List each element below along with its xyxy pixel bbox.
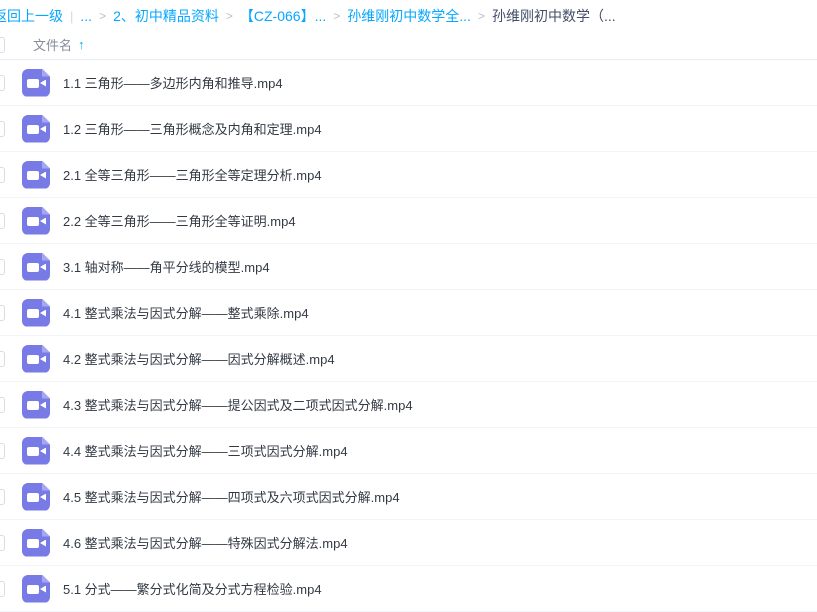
file-row[interactable]: 4.5 整式乘法与因式分解——四项式及六项式因式分解.mp4 bbox=[0, 474, 817, 520]
file-row[interactable]: 1.1 三角形——多边形内角和推导.mp4 bbox=[0, 60, 817, 106]
file-row[interactable]: 4.3 整式乘法与因式分解——提公因式及二项式因式分解.mp4 bbox=[0, 382, 817, 428]
video-file-icon bbox=[22, 161, 50, 189]
breadcrumb-collapsed[interactable]: ... bbox=[80, 8, 92, 24]
back-link[interactable]: 返回上一级 bbox=[0, 6, 63, 26]
video-file-icon bbox=[22, 253, 50, 281]
video-file-icon bbox=[22, 529, 50, 557]
breadcrumb-separator: > bbox=[226, 9, 233, 23]
video-file-icon bbox=[22, 69, 50, 97]
breadcrumb: 返回上一级 | ... > 2、初中精品资料 > 【CZ-066】... > 孙… bbox=[0, 0, 817, 30]
breadcrumb-item-1[interactable]: 2、初中精品资料 bbox=[113, 6, 219, 26]
file-row[interactable]: 4.6 整式乘法与因式分解——特殊因式分解法.mp4 bbox=[0, 520, 817, 566]
file-row[interactable]: 4.1 整式乘法与因式分解——整式乘除.mp4 bbox=[0, 290, 817, 336]
file-row[interactable]: 4.2 整式乘法与因式分解——因式分解概述.mp4 bbox=[0, 336, 817, 382]
row-checkbox[interactable] bbox=[0, 259, 5, 275]
file-name-link[interactable]: 5.1 分式——繁分式化简及分式方程检验.mp4 bbox=[63, 579, 322, 598]
row-checkbox[interactable] bbox=[0, 351, 5, 367]
select-all-checkbox[interactable] bbox=[0, 37, 5, 53]
row-checkbox[interactable] bbox=[0, 305, 5, 321]
video-file-icon bbox=[22, 575, 50, 603]
video-file-icon bbox=[22, 345, 50, 373]
breadcrumb-separator: > bbox=[333, 9, 340, 23]
file-name-link[interactable]: 4.2 整式乘法与因式分解——因式分解概述.mp4 bbox=[63, 349, 335, 368]
row-checkbox[interactable] bbox=[0, 75, 5, 91]
video-file-icon bbox=[22, 115, 50, 143]
video-file-icon bbox=[22, 483, 50, 511]
row-checkbox[interactable] bbox=[0, 581, 5, 597]
row-checkbox[interactable] bbox=[0, 121, 5, 137]
file-name-link[interactable]: 2.1 全等三角形——三角形全等定理分析.mp4 bbox=[63, 165, 322, 184]
breadcrumb-item-3[interactable]: 孙维刚初中数学全... bbox=[347, 6, 471, 26]
file-list-header: 文件名 ↑ bbox=[0, 30, 817, 60]
file-row[interactable]: 4.4 整式乘法与因式分解——三项式因式分解.mp4 bbox=[0, 428, 817, 474]
file-row[interactable]: 5.1 分式——繁分式化简及分式方程检验.mp4 bbox=[0, 566, 817, 612]
file-name-link[interactable]: 4.6 整式乘法与因式分解——特殊因式分解法.mp4 bbox=[63, 533, 348, 552]
file-name-link[interactable]: 3.1 轴对称——角平分线的模型.mp4 bbox=[63, 257, 270, 276]
file-name-link[interactable]: 4.1 整式乘法与因式分解——整式乘除.mp4 bbox=[63, 303, 309, 322]
breadcrumb-pipe: | bbox=[70, 9, 73, 24]
row-checkbox[interactable] bbox=[0, 489, 5, 505]
sort-ascending-icon[interactable]: ↑ bbox=[78, 37, 85, 52]
video-file-icon bbox=[22, 207, 50, 235]
file-row[interactable]: 2.1 全等三角形——三角形全等定理分析.mp4 bbox=[0, 152, 817, 198]
breadcrumb-separator: > bbox=[478, 9, 485, 23]
file-name-link[interactable]: 4.4 整式乘法与因式分解——三项式因式分解.mp4 bbox=[63, 441, 348, 460]
row-checkbox[interactable] bbox=[0, 167, 5, 183]
row-checkbox[interactable] bbox=[0, 535, 5, 551]
breadcrumb-current: 孙维刚初中数学（... bbox=[492, 6, 616, 26]
file-name-link[interactable]: 1.2 三角形——三角形概念及内角和定理.mp4 bbox=[63, 119, 322, 138]
video-file-icon bbox=[22, 299, 50, 327]
filename-column-header[interactable]: 文件名 bbox=[33, 35, 72, 54]
breadcrumb-separator: > bbox=[99, 9, 106, 23]
file-name-link[interactable]: 1.1 三角形——多边形内角和推导.mp4 bbox=[63, 73, 283, 92]
file-name-link[interactable]: 4.5 整式乘法与因式分解——四项式及六项式因式分解.mp4 bbox=[63, 487, 400, 506]
video-file-icon bbox=[22, 437, 50, 465]
video-file-icon bbox=[22, 391, 50, 419]
row-checkbox[interactable] bbox=[0, 443, 5, 459]
file-row[interactable]: 1.2 三角形——三角形概念及内角和定理.mp4 bbox=[0, 106, 817, 152]
file-row[interactable]: 2.2 全等三角形——三角形全等证明.mp4 bbox=[0, 198, 817, 244]
file-name-link[interactable]: 2.2 全等三角形——三角形全等证明.mp4 bbox=[63, 211, 296, 230]
breadcrumb-item-2[interactable]: 【CZ-066】... bbox=[240, 6, 326, 26]
file-row[interactable]: 3.1 轴对称——角平分线的模型.mp4 bbox=[0, 244, 817, 290]
file-name-link[interactable]: 4.3 整式乘法与因式分解——提公因式及二项式因式分解.mp4 bbox=[63, 395, 413, 414]
file-list: 1.1 三角形——多边形内角和推导.mp4 1.2 三角形——三角形概念及内角和… bbox=[0, 60, 817, 612]
row-checkbox[interactable] bbox=[0, 213, 5, 229]
row-checkbox[interactable] bbox=[0, 397, 5, 413]
